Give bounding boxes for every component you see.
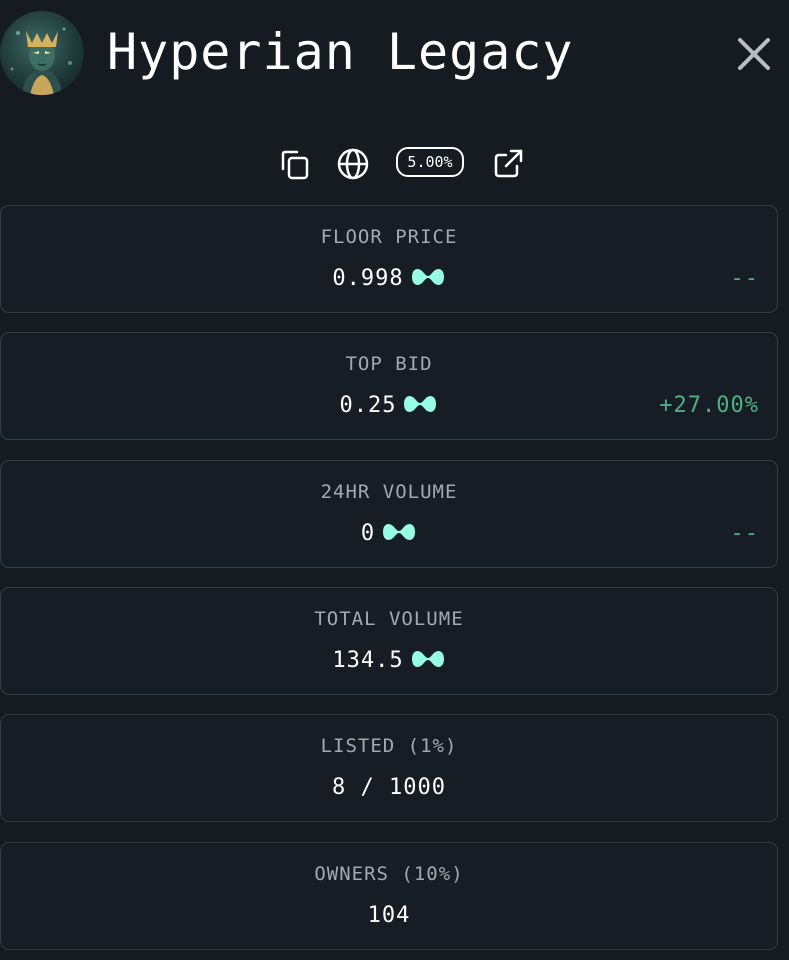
close-button[interactable]	[734, 34, 774, 74]
stat-card-total-volume: TOTAL VOLUME 134.5	[0, 587, 778, 695]
globe-icon	[337, 148, 369, 180]
stat-value: 0.998	[332, 266, 404, 291]
stat-card-top-bid: TOP BID 0.25 +27.00%	[0, 332, 778, 440]
stat-label: FLOOR PRICE	[320, 226, 458, 248]
hype-currency-icon	[411, 651, 444, 667]
close-icon	[738, 38, 770, 70]
stat-value: 0	[360, 521, 376, 546]
external-link-button[interactable]	[491, 147, 525, 181]
stat-value-row: 134.5	[1, 646, 777, 676]
stat-value: 0.25	[339, 393, 397, 418]
stat-card-24hr-volume: 24HR VOLUME 0 --	[0, 460, 778, 568]
stat-value: 134.5	[332, 648, 404, 673]
stat-change: --	[730, 521, 759, 546]
toolbar: 5.00%	[0, 143, 789, 183]
stat-value-row: 0.998	[1, 264, 777, 294]
stat-value-row: 8 / 1000	[1, 773, 777, 803]
stat-change: +27.00%	[659, 393, 759, 418]
stat-card-listed: LISTED (1%) 8 / 1000	[0, 714, 778, 822]
website-button[interactable]	[336, 147, 370, 181]
collection-title: Hyperian Legacy	[107, 23, 574, 81]
royalty-badge: 5.00%	[396, 147, 464, 177]
stat-value-row: 0	[1, 519, 777, 549]
stat-label: 24HR VOLUME	[320, 481, 458, 503]
hype-currency-icon	[404, 396, 437, 412]
stat-label: OWNERS (10%)	[314, 863, 464, 885]
stat-card-floor-price: FLOOR PRICE 0.998 --	[0, 205, 778, 313]
collection-avatar	[0, 11, 84, 95]
stat-value: 8 / 1000	[332, 775, 446, 800]
copy-icon	[281, 150, 309, 180]
stat-label: TOTAL VOLUME	[314, 608, 464, 630]
stat-value-row: 104	[1, 901, 777, 931]
hype-currency-icon	[411, 269, 444, 285]
header: Hyperian Legacy	[0, 0, 789, 110]
stat-card-owners: OWNERS (10%) 104	[0, 842, 778, 950]
hype-currency-icon	[383, 524, 416, 540]
stat-label: LISTED (1%)	[320, 735, 458, 757]
stat-label: TOP BID	[345, 353, 433, 375]
stat-value: 104	[367, 903, 411, 928]
external-link-icon	[494, 149, 523, 178]
stat-change: --	[730, 266, 759, 291]
copy-button[interactable]	[277, 147, 311, 181]
